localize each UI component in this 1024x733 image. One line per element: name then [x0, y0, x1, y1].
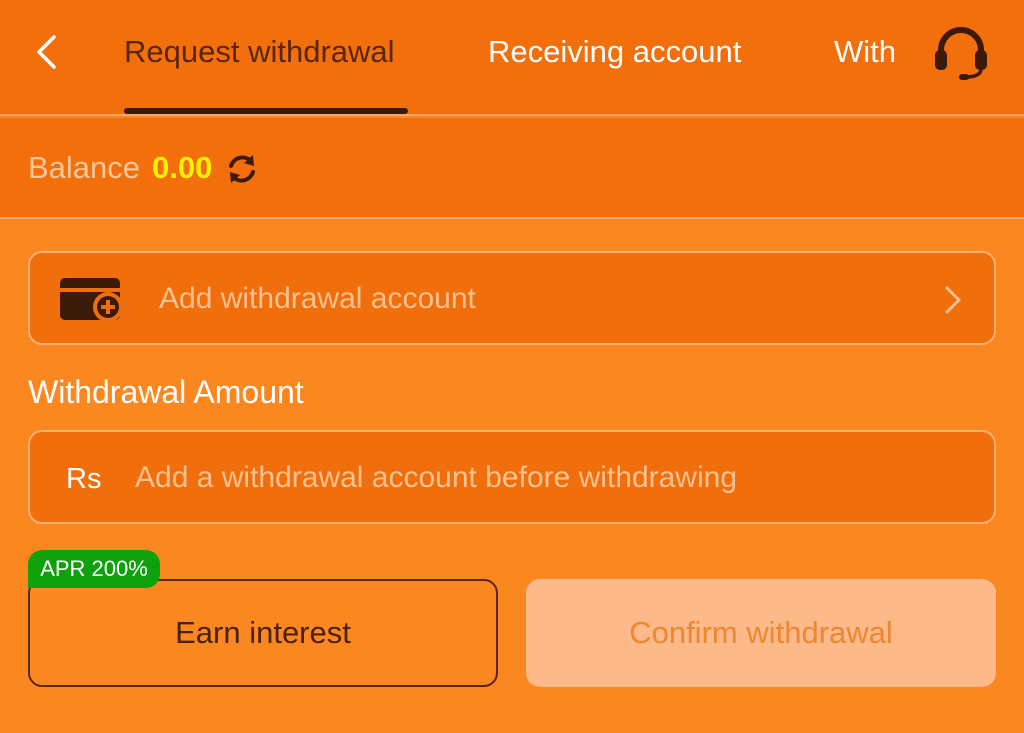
- apr-badge: APR 200%: [28, 550, 160, 588]
- chevron-left-icon: [37, 35, 56, 69]
- back-button[interactable]: [26, 32, 66, 72]
- confirm-withdrawal-button[interactable]: Confirm withdrawal: [526, 579, 996, 687]
- earn-interest-button[interactable]: Earn interest: [28, 579, 498, 687]
- add-withdrawal-account-row[interactable]: Add withdrawal account: [28, 251, 996, 345]
- amount-input[interactable]: [135, 452, 975, 504]
- earn-interest-label: Earn interest: [175, 615, 351, 650]
- withdrawal-amount-field: Rs: [28, 430, 996, 524]
- tab-receiving-account[interactable]: Receiving account: [488, 30, 741, 74]
- confirm-withdrawal-label: Confirm withdrawal: [629, 615, 893, 650]
- active-tab-indicator: [124, 108, 408, 114]
- balance-amount: 0.00: [152, 150, 213, 185]
- currency-label: Rs: [66, 463, 102, 495]
- customer-support-button[interactable]: [928, 22, 994, 84]
- tab-withdrawal-history[interactable]: With: [834, 30, 896, 74]
- refresh-icon: [229, 155, 255, 183]
- chevron-right-icon: [945, 286, 961, 314]
- balance-label: Balance: [28, 150, 141, 185]
- tab-request-withdrawal[interactable]: Request withdrawal: [124, 30, 395, 74]
- add-account-label: Add withdrawal account: [159, 282, 476, 315]
- headset-icon: [935, 27, 987, 80]
- refresh-balance-button[interactable]: [224, 151, 260, 187]
- wallet-add-icon: [60, 278, 123, 322]
- withdrawal-amount-title: Withdrawal Amount: [28, 374, 304, 410]
- top-header: Request withdrawal Receiving account Wit…: [0, 0, 1024, 116]
